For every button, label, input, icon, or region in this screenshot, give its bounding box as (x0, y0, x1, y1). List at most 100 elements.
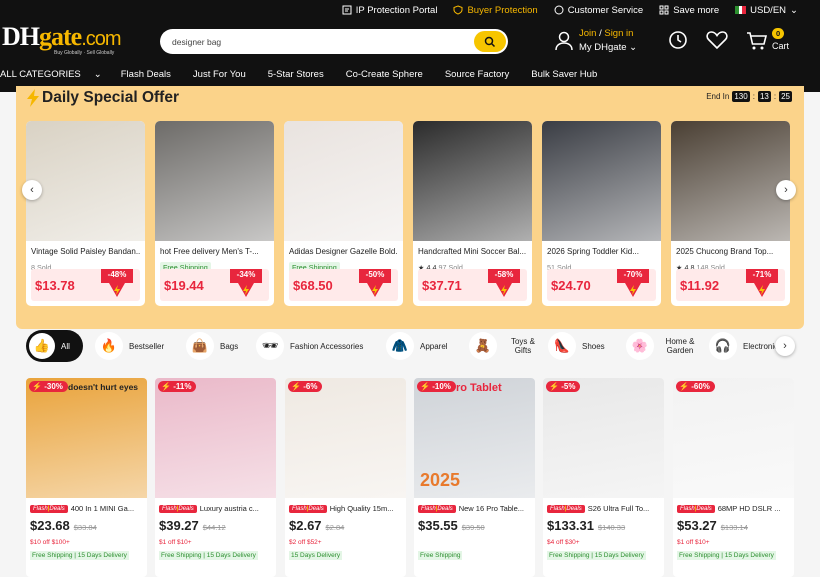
original-price: $44.12 (202, 523, 226, 532)
product-image[interactable]: ro Tablet 2025 ⚡ -10% (414, 378, 535, 498)
deal-image[interactable] (413, 121, 532, 241)
deal-image[interactable] (542, 121, 661, 241)
category-label: Apparel (420, 341, 448, 351)
cart-button[interactable]: 0 Cart (746, 26, 796, 54)
product-image[interactable]: ⚡ -5% (543, 378, 664, 498)
deal-title[interactable]: 2025 Chucong Brand Top... (676, 247, 785, 256)
flash-deals-badge: Flash|Deals (30, 504, 68, 513)
product-image[interactable]: doesn't hurt eyes ⚡ -30% (26, 378, 147, 498)
discount-value: -10% (432, 382, 451, 391)
category-item[interactable]: 🎧 Electronics (709, 330, 782, 362)
buyer-protection-link[interactable]: Buyer Protection (453, 5, 538, 16)
deal-title[interactable]: 2026 Spring Toddler Kid... (547, 247, 656, 256)
deal-title[interactable]: Handcrafted Mini Soccer Bal... (418, 247, 527, 256)
lightning-icon: ⚡ (679, 382, 689, 391)
product-title[interactable]: Luxury austria c... (200, 504, 259, 513)
all-categories-menu[interactable]: ALL CATEGORIES (0, 68, 92, 82)
deal-title[interactable]: hot Free delivery Men's T-... (160, 247, 269, 256)
product-card[interactable]: ⚡ -5% Flash|Deals S26 Ultra Full To... $1… (543, 378, 664, 577)
signin-link[interactable]: Sign in (604, 28, 633, 39)
ip-protection-link[interactable]: IP Protection Portal (342, 5, 437, 16)
category-item[interactable]: 🌸 Home & Garden (626, 330, 700, 362)
deal-image[interactable] (671, 121, 790, 241)
product-image[interactable]: ⚡ -11% (155, 378, 276, 498)
deal-image[interactable] (26, 121, 145, 241)
shipping-info: Free Shipping (418, 551, 531, 560)
product-title[interactable]: New 16 Pro Table... (459, 504, 524, 513)
deal-discount: -34% (236, 270, 256, 279)
deal-image[interactable] (284, 121, 403, 241)
history-icon[interactable] (668, 30, 688, 50)
category-item[interactable]: 👜 Bags (186, 330, 238, 362)
product-price: $2.67 $2.84 (289, 518, 402, 533)
category-label: Bags (220, 341, 239, 351)
countdown-timer: End In 130:13:25 (706, 91, 792, 102)
nav-link[interactable]: Bulk Saver Hub (520, 68, 608, 82)
coupon-text: $2 off $52+ (289, 539, 322, 546)
customer-service-link[interactable]: Customer Service (554, 5, 643, 16)
lightning-icon: ⚡ (549, 382, 559, 391)
product-title[interactable]: High Quality 15m... (330, 504, 394, 513)
shipping-label: Free Shipping | 15 Days Delivery (159, 551, 258, 560)
deal-image[interactable] (155, 121, 274, 241)
product-price: $39.27 $44.12 (159, 518, 272, 533)
flash-deals-badge: Flash|Deals (289, 504, 327, 513)
deal-card[interactable]: Handcrafted Mini Soccer Bal... ★ 4.4 97 Sol… (413, 121, 532, 306)
carousel-prev-button[interactable]: ‹ (22, 180, 42, 200)
carousel-next-button[interactable]: › (776, 180, 796, 200)
account-menu[interactable]: Join / Sign in My DHgate ⌄ (555, 28, 637, 53)
main-nav: ALL CATEGORIES ⌄ Flash Deals Just For You 5-… (0, 68, 608, 82)
deal-card[interactable]: 2025 Chucong Brand Top... ★ 4.8 148 Sold $1… (671, 121, 790, 306)
categories-next-button[interactable]: › (775, 336, 795, 356)
product-card[interactable]: ro Tablet 2025 ⚡ -10% Flash|Deals New 16 P… (414, 378, 535, 577)
flash-deals-badge: Flash|Deals (418, 504, 456, 513)
heart-icon[interactable] (706, 30, 728, 50)
deal-card[interactable]: hot Free delivery Men's T-... Free Shippi… (155, 121, 274, 306)
product-title[interactable]: 400 In 1 MINI Ga... (71, 504, 134, 513)
category-icon: 🔥 (95, 332, 123, 360)
daily-special-offer: Daily Special Offer End In 130:13:25 Vin… (16, 86, 804, 329)
deal-price-box: $24.70 -70% (547, 269, 656, 301)
category-label: Home & Garden (665, 337, 695, 355)
flash-deals-badge: Flash|Deals (159, 504, 197, 513)
deal-card[interactable]: Vintage Solid Paisley Bandan... 8 Sold $1… (26, 121, 145, 306)
nav-link[interactable]: Flash Deals (110, 68, 182, 82)
nav-link[interactable]: 5-Star Stores (257, 68, 335, 82)
current-price: $23.68 (30, 518, 70, 533)
thumbs-up-icon: 👍 (29, 333, 55, 359)
product-card[interactable]: ⚡ -11% Flash|Deals Luxury austria c... $3… (155, 378, 276, 577)
deal-discount: -71% (752, 270, 772, 279)
nav-link[interactable]: Co-Create Sphere (335, 68, 434, 82)
category-item[interactable]: 🕶 Fashion Accessories (256, 330, 363, 362)
nav-link[interactable]: Source Factory (434, 68, 520, 82)
deal-title[interactable]: Vintage Solid Paisley Bandan... (31, 247, 140, 256)
product-card[interactable]: ⚡ -6% Flash|Deals High Quality 15m... $2.… (285, 378, 406, 577)
save-more-link[interactable]: Save more (659, 5, 719, 16)
language-currency-selector[interactable]: USD/EN ⌄ (735, 5, 798, 16)
category-all[interactable]: 👍 All (26, 330, 83, 362)
category-item[interactable]: 🔥 Bestseller (95, 330, 164, 362)
category-item[interactable]: 👠 Shoes (548, 330, 605, 362)
category-item[interactable]: 🧥 Apparel (386, 330, 448, 362)
lightning-icon (27, 89, 39, 107)
chevron-left-icon: ‹ (30, 184, 34, 196)
product-image[interactable]: ⚡ -6% (285, 378, 406, 498)
deal-title[interactable]: Adidas Designer Gazelle Bold... (289, 247, 398, 256)
deal-card[interactable]: 2026 Spring Toddler Kid... 51 Sold $24.70… (542, 121, 661, 306)
image-overlay-text: doesn't hurt eyes (68, 382, 139, 392)
product-image[interactable]: ⚡ -60% (673, 378, 794, 498)
product-title[interactable]: S26 Ultra Full To... (588, 504, 650, 513)
product-card[interactable]: doesn't hurt eyes ⚡ -30% Flash|Deals 400 … (26, 378, 147, 577)
deal-card[interactable]: Adidas Designer Gazelle Bold... Free Ship… (284, 121, 403, 306)
search-button[interactable] (474, 31, 506, 52)
dhgate-logo[interactable]: DHgate.com Buy Globally · Sell Globally (2, 24, 132, 58)
category-item[interactable]: 🧸 Toys & Gifts (469, 330, 543, 362)
search-input[interactable] (160, 36, 474, 47)
deals-label: Deals (437, 505, 453, 512)
join-link[interactable]: Join (579, 28, 596, 39)
flash-deals-badge: Flash|Deals (677, 504, 715, 513)
nav-link[interactable]: Just For You (182, 68, 257, 82)
product-card[interactable]: ⚡ -60% Flash|Deals 68MP HD DSLR ... $53.2… (673, 378, 794, 577)
deal-discount: -58% (494, 270, 514, 279)
product-title[interactable]: 68MP HD DSLR ... (718, 504, 781, 513)
